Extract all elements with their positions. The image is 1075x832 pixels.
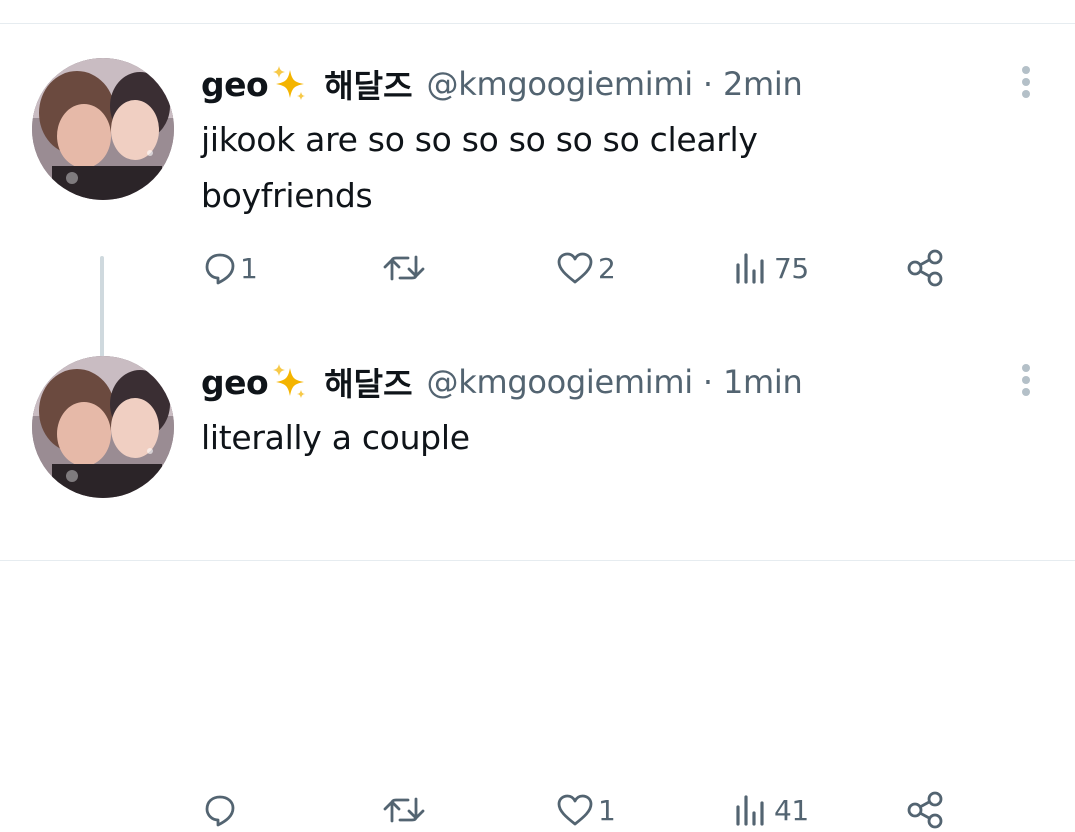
separator: · xyxy=(702,363,713,401)
avatar[interactable] xyxy=(32,356,174,498)
separator: · xyxy=(702,65,713,103)
like-count: 2 xyxy=(598,251,616,285)
timestamp[interactable]: 2min xyxy=(723,65,803,103)
share-button[interactable] xyxy=(906,788,946,832)
user-handle[interactable]: @kmgoogiemimi xyxy=(427,65,694,103)
user-handle[interactable]: @kmgoogiemimi xyxy=(427,363,694,401)
retweet-icon xyxy=(382,251,426,285)
tweet-text: literally a couple xyxy=(201,418,470,457)
display-name-korean[interactable]: 해달즈 xyxy=(324,359,412,405)
reply-icon xyxy=(204,793,236,827)
heart-icon xyxy=(556,793,594,827)
views-button[interactable]: 75 xyxy=(734,246,809,290)
share-button[interactable] xyxy=(906,246,946,290)
views-count: 41 xyxy=(774,793,809,827)
retweet-button[interactable] xyxy=(382,246,430,290)
reply-button[interactable]: 1 xyxy=(204,246,258,290)
tweet-header: geo 해달즈 @kmgoogiemimi · 1min xyxy=(201,358,803,406)
sparkles-icon xyxy=(270,362,310,402)
like-count: 1 xyxy=(598,793,616,827)
like-button[interactable]: 1 xyxy=(556,788,616,832)
views-icon xyxy=(734,251,770,285)
share-icon xyxy=(906,249,946,287)
views-icon xyxy=(734,793,770,827)
tweet-header: geo 해달즈 @kmgoogiemimi · 2min xyxy=(201,60,803,108)
timestamp[interactable]: 1min xyxy=(723,363,803,401)
views-count: 75 xyxy=(774,251,809,285)
share-icon xyxy=(906,791,946,829)
tweet-actions: 1 41 xyxy=(200,788,960,832)
more-icon[interactable] xyxy=(1016,60,1036,100)
more-icon[interactable] xyxy=(1016,358,1036,398)
sparkles-icon xyxy=(270,64,310,104)
avatar[interactable] xyxy=(32,58,174,200)
bottom-divider xyxy=(0,560,1075,561)
display-name[interactable]: geo xyxy=(201,363,269,402)
like-button[interactable]: 2 xyxy=(556,246,616,290)
tweet-text: jikook are so so so so so so clearly boy… xyxy=(201,120,758,215)
top-divider xyxy=(0,23,1075,24)
reply-button[interactable] xyxy=(204,788,240,832)
retweet-button[interactable] xyxy=(382,788,430,832)
retweet-icon xyxy=(382,793,426,827)
views-button[interactable]: 41 xyxy=(734,788,809,832)
tweet-actions: 1 2 75 xyxy=(200,246,960,290)
display-name-korean[interactable]: 해달즈 xyxy=(324,61,412,107)
display-name[interactable]: geo xyxy=(201,65,269,104)
reply-icon xyxy=(204,251,236,285)
heart-icon xyxy=(556,251,594,285)
reply-count: 1 xyxy=(240,251,258,285)
